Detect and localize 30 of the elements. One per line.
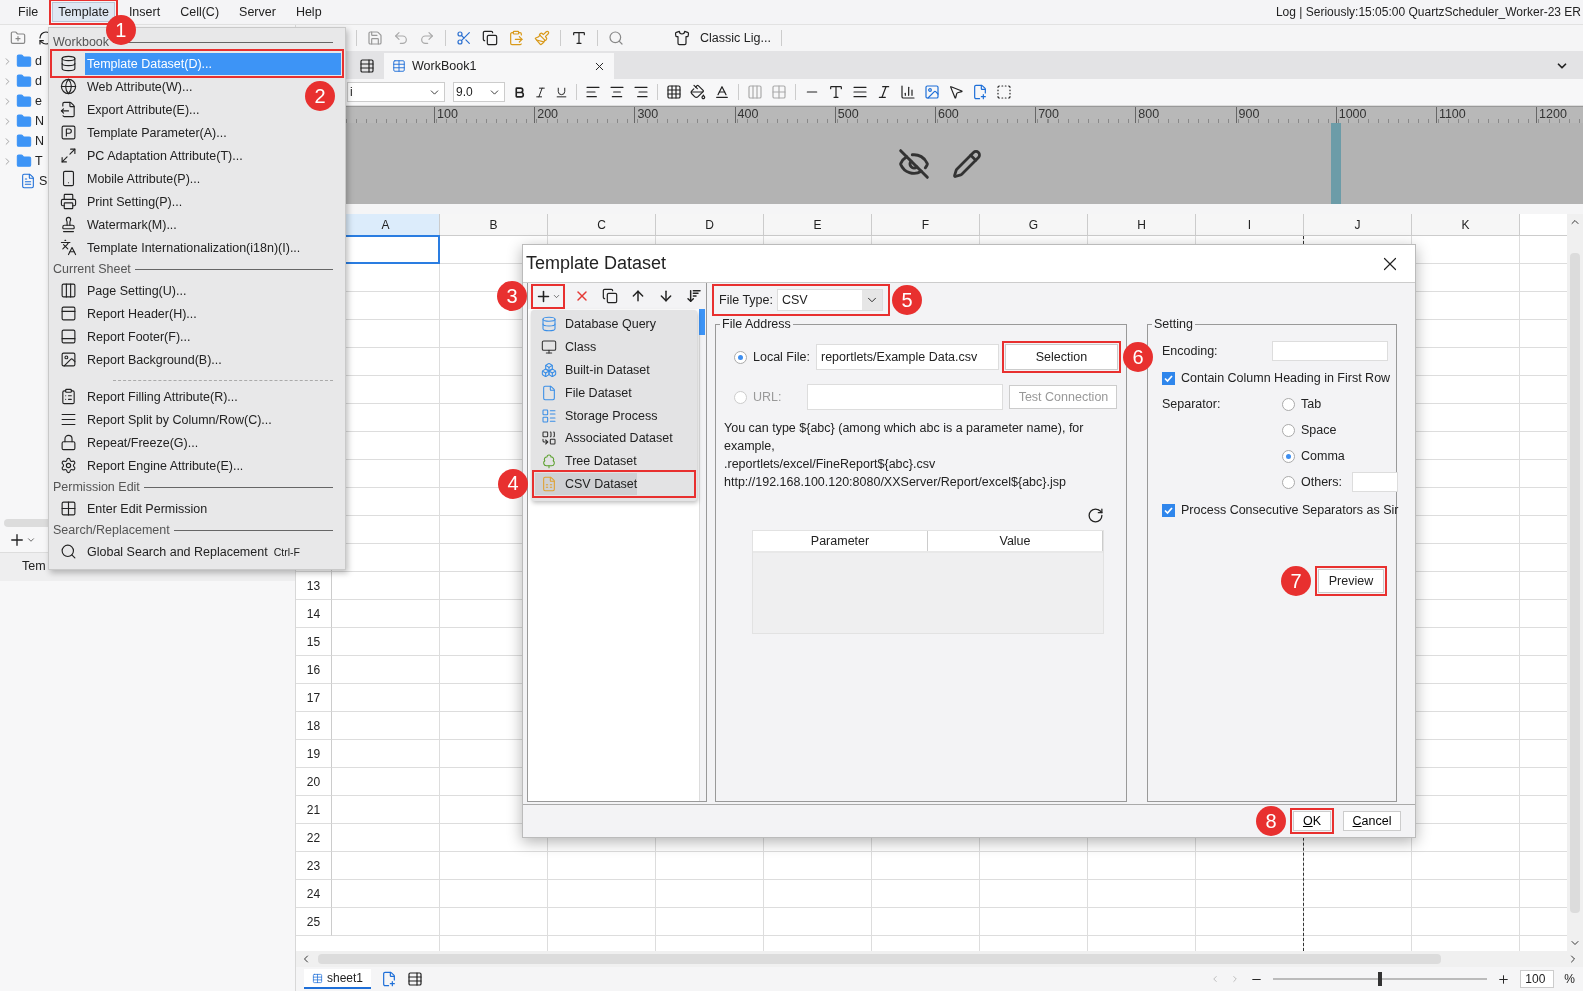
checkbox-label: Process Consecutive Separators as Sir — [1181, 503, 1399, 517]
radio-label: Comma — [1301, 449, 1345, 463]
column-header: Value — [928, 531, 1103, 551]
radio-label: Others: — [1301, 475, 1342, 489]
field-label: File Type: — [719, 293, 773, 307]
group-title: File Address — [721, 317, 792, 331]
field-label: Separator: — [1162, 397, 1221, 411]
column-header: Parameter — [753, 531, 928, 551]
menu-section-title: Current Sheet — [53, 262, 131, 276]
radio-label: Local File: — [753, 350, 810, 364]
field-label: Encoding: — [1161, 344, 1218, 358]
hint-text: You can type ${abc} (among which abc is a parameter name), for example, — [724, 420, 1085, 455]
step-badge: 2 — [305, 81, 335, 111]
step-badge: 5 — [891, 285, 922, 315]
hint-text: http://192.168.100.120:8080/XXServer/Report/excel${abc}.jsp — [724, 474, 1067, 491]
zoom-unit: % — [1564, 972, 1575, 986]
radio-label: Space — [1301, 423, 1337, 437]
status-text: Log | Seriously:15:05:00 QuartzScheduler_Worker-23 ER — [1275, 5, 1582, 19]
menu-section-title: Permission Edit — [53, 480, 140, 494]
hint-text: .reportlets/excel/FineReport${abc}.csv — [724, 456, 937, 473]
radio-label: URL: — [753, 390, 782, 404]
group-title: Setting — [1153, 317, 1194, 331]
step-badge: 8 — [1256, 806, 1286, 836]
radio-label: Tab — [1301, 397, 1322, 411]
checkbox-label: Contain Column Heading in First Row — [1181, 371, 1391, 385]
step-badge: 7 — [1281, 566, 1311, 596]
menu-section-title: Search/Replacement — [53, 523, 170, 537]
shortcut-text: Ctrl-F — [273, 545, 300, 558]
step-badge: 6 — [1123, 342, 1153, 372]
dialog-title: Template Dataset — [526, 253, 667, 274]
